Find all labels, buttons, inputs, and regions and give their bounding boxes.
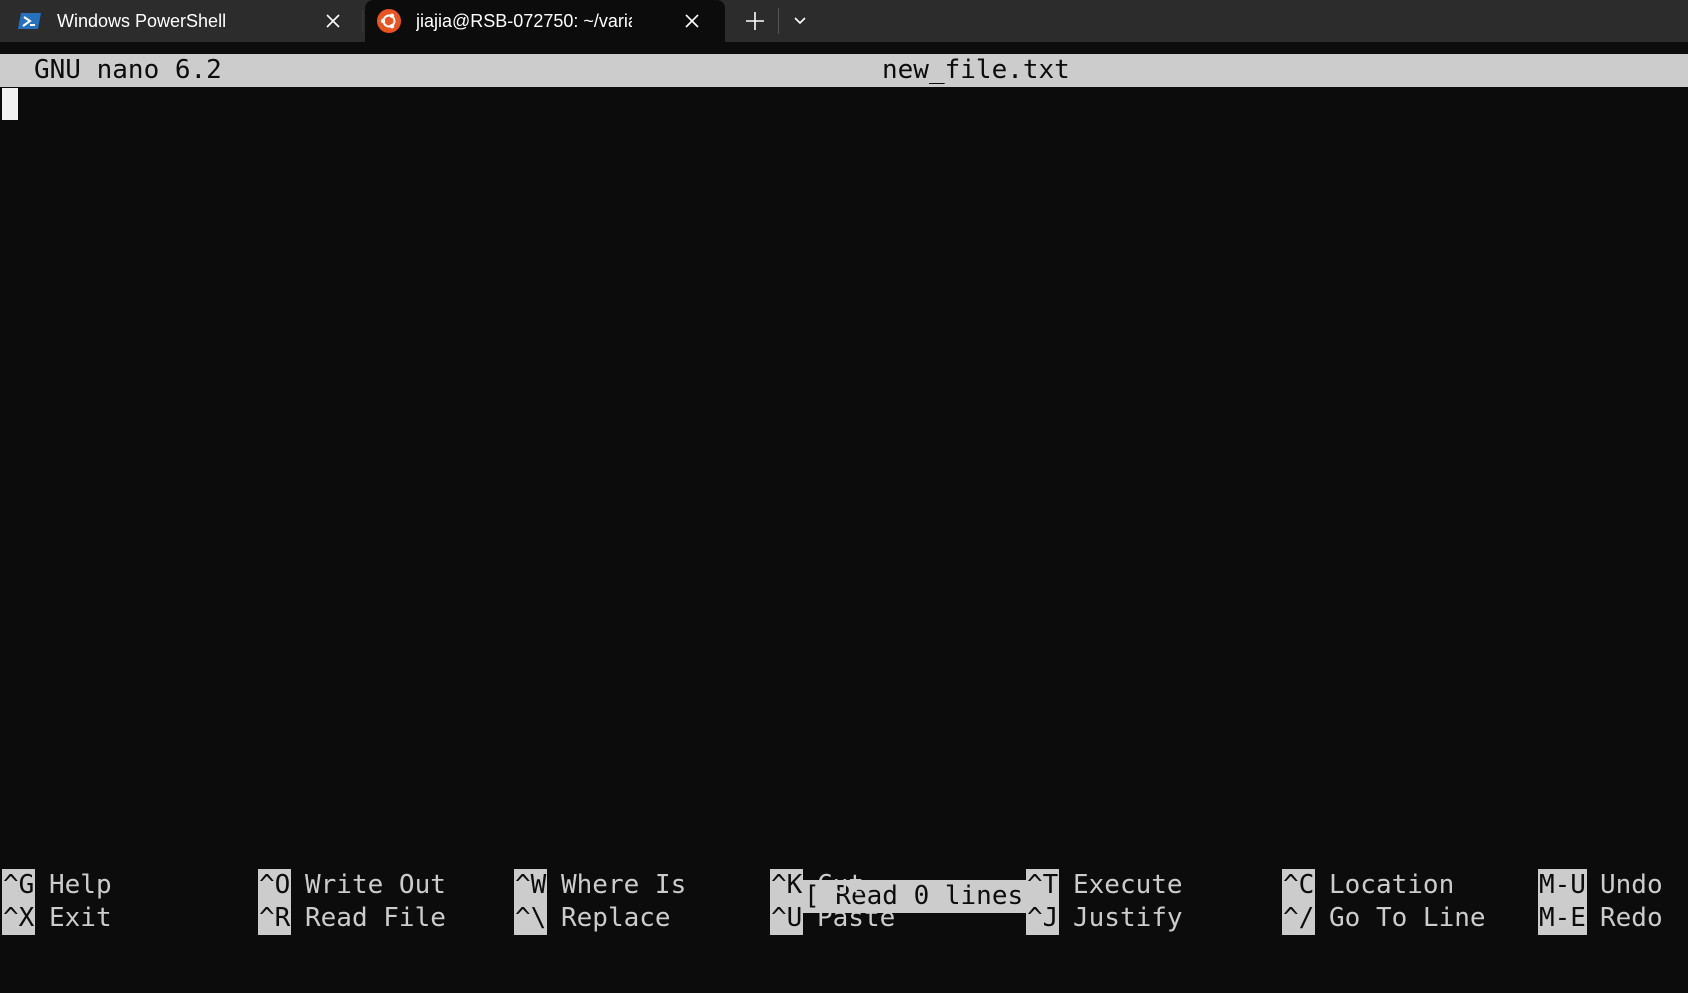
- shortcut-label: Help: [49, 870, 112, 900]
- toolbar-divider: [778, 8, 779, 34]
- shortcut-key: M-U: [1538, 869, 1587, 902]
- close-icon[interactable]: [682, 11, 702, 31]
- shortcut-location: ^C Location: [1282, 869, 1532, 902]
- shortcut-key: ^O: [258, 869, 292, 902]
- shortcut-exit: ^X Exit: [2, 902, 252, 935]
- close-icon[interactable]: [323, 11, 343, 31]
- shortcut-key: ^R: [258, 902, 292, 935]
- shortcut-where-is: ^W Where Is: [514, 869, 764, 902]
- shortcut-label: Cut: [817, 870, 864, 900]
- text-cursor: [2, 88, 18, 120]
- shortcut-key: ^/: [1282, 902, 1316, 935]
- powershell-icon: [18, 13, 41, 29]
- shortcut-help: ^G Help: [2, 869, 252, 902]
- shortcut-label: Go To Line: [1329, 903, 1486, 933]
- shortcut-label: Location: [1329, 870, 1455, 900]
- nano-version: GNU nano 6.2: [34, 55, 222, 85]
- shortcut-label: Write Out: [305, 870, 446, 900]
- shortcut-cut: ^K Cut: [770, 869, 1020, 902]
- shortcut-key: ^U: [770, 902, 804, 935]
- tab-ubuntu-terminal[interactable]: jiajia@RSB-072750: ~/variant-: [365, 0, 725, 42]
- shortcut-label: Replace: [561, 903, 671, 933]
- shortcut-label: Execute: [1073, 870, 1183, 900]
- shortcut-go-to-line: ^/ Go To Line: [1282, 902, 1532, 935]
- shortcut-redo: M-E Redo: [1538, 902, 1688, 935]
- shortcut-key: M-E: [1538, 902, 1587, 935]
- shortcut-label: Paste: [817, 903, 896, 933]
- shortcut-key: ^\: [514, 902, 548, 935]
- shortcut-replace: ^\ Replace: [514, 902, 764, 935]
- shortcut-undo: M-U Undo: [1538, 869, 1688, 902]
- shortcut-key: ^X: [2, 902, 36, 935]
- shortcut-label: Where Is: [561, 870, 687, 900]
- nano-filename: new_file.txt: [882, 55, 1070, 85]
- shortcut-key: ^C: [1282, 869, 1316, 902]
- terminal-area[interactable]: GNU nano 6.2 new_file.txt [ Read 0 lines…: [0, 42, 1688, 993]
- shortcut-key: ^J: [1026, 902, 1060, 935]
- shortcut-label: Redo: [1600, 903, 1663, 933]
- shortcut-read-file: ^R Read File: [258, 902, 508, 935]
- shortcut-label: Exit: [49, 903, 112, 933]
- shortcut-label: Read File: [305, 903, 446, 933]
- tab-title: jiajia@RSB-072750: ~/variant-: [416, 11, 632, 31]
- shortcut-label: Undo: [1600, 870, 1663, 900]
- tab-windows-powershell[interactable]: Windows PowerShell: [0, 0, 362, 42]
- tab-title: Windows PowerShell: [57, 11, 227, 31]
- shortcut-key: ^K: [770, 869, 804, 902]
- shortcut-label: Justify: [1073, 903, 1183, 933]
- chevron-down-icon[interactable]: [786, 8, 814, 34]
- shortcut-execute: ^T Execute: [1026, 869, 1276, 902]
- shortcut-key: ^G: [2, 869, 36, 902]
- shortcut-write-out: ^O Write Out: [258, 869, 508, 902]
- shortcut-paste: ^U Paste: [770, 902, 1020, 935]
- nano-title-bar: GNU nano 6.2 new_file.txt: [0, 54, 1688, 87]
- shortcut-key: ^T: [1026, 869, 1060, 902]
- shortcut-justify: ^J Justify: [1026, 902, 1276, 935]
- tab-separator: [362, 10, 363, 32]
- ubuntu-icon: [377, 9, 401, 33]
- tab-bar: Windows PowerShell jiajia@RSB-072750: ~/…: [0, 0, 1688, 42]
- shortcut-key: ^W: [514, 869, 548, 902]
- plus-icon[interactable]: [740, 8, 770, 34]
